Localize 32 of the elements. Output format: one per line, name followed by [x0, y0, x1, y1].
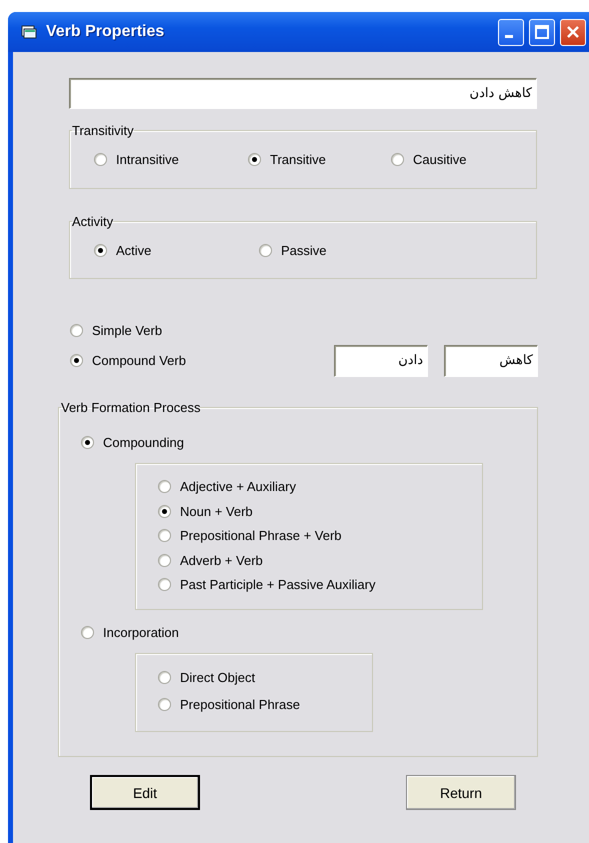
radio-option[interactable]: Noun + Verb	[158, 502, 482, 520]
radio-option[interactable]: Intransitive	[94, 150, 248, 168]
close-icon	[566, 25, 580, 39]
radio-option[interactable]: Adjective + Auxiliary	[158, 478, 482, 496]
dialog-button[interactable]: Edit	[90, 775, 200, 810]
radio-option[interactable]: Past Participle + Passive Auxiliary	[158, 576, 482, 594]
window-icon	[21, 25, 37, 39]
verb-part-field[interactable]: کاهش	[444, 344, 538, 376]
radio-option[interactable]: Causitive	[391, 150, 536, 168]
group-label: Activity	[72, 214, 114, 229]
radio-option[interactable]: Compound Verb	[70, 352, 186, 370]
window-title: Verb Properties	[46, 23, 164, 41]
maximize-icon	[535, 25, 549, 39]
radio-option[interactable]: Compounding	[81, 433, 184, 451]
radio-option[interactable]: Incorporation	[81, 624, 179, 642]
radio-option[interactable]: Passive	[259, 241, 536, 259]
radio-option[interactable]: Prepositional Phrase + Verb	[158, 526, 482, 544]
minimize-button[interactable]	[498, 18, 524, 46]
radio-option[interactable]: Prepositional Phrase	[158, 695, 372, 713]
verb-part-field[interactable]: دادن	[334, 344, 428, 376]
close-button[interactable]	[560, 18, 586, 46]
radio-option[interactable]: Simple Verb	[70, 322, 162, 340]
dialog-button[interactable]: Return	[406, 775, 516, 810]
group-label: Transitivity	[72, 123, 134, 138]
radio-option[interactable]: Adverb + Verb	[158, 551, 482, 569]
maximize-button[interactable]	[529, 18, 555, 46]
verb-field[interactable]: کاهش دادن	[69, 78, 537, 109]
radio-option[interactable]: Direct Object	[158, 668, 372, 686]
radio-option[interactable]: Active	[94, 241, 259, 259]
radio-option[interactable]: Transitive	[248, 150, 391, 168]
group-label: Verb Formation Process	[61, 400, 200, 415]
minimize-icon	[505, 34, 513, 38]
